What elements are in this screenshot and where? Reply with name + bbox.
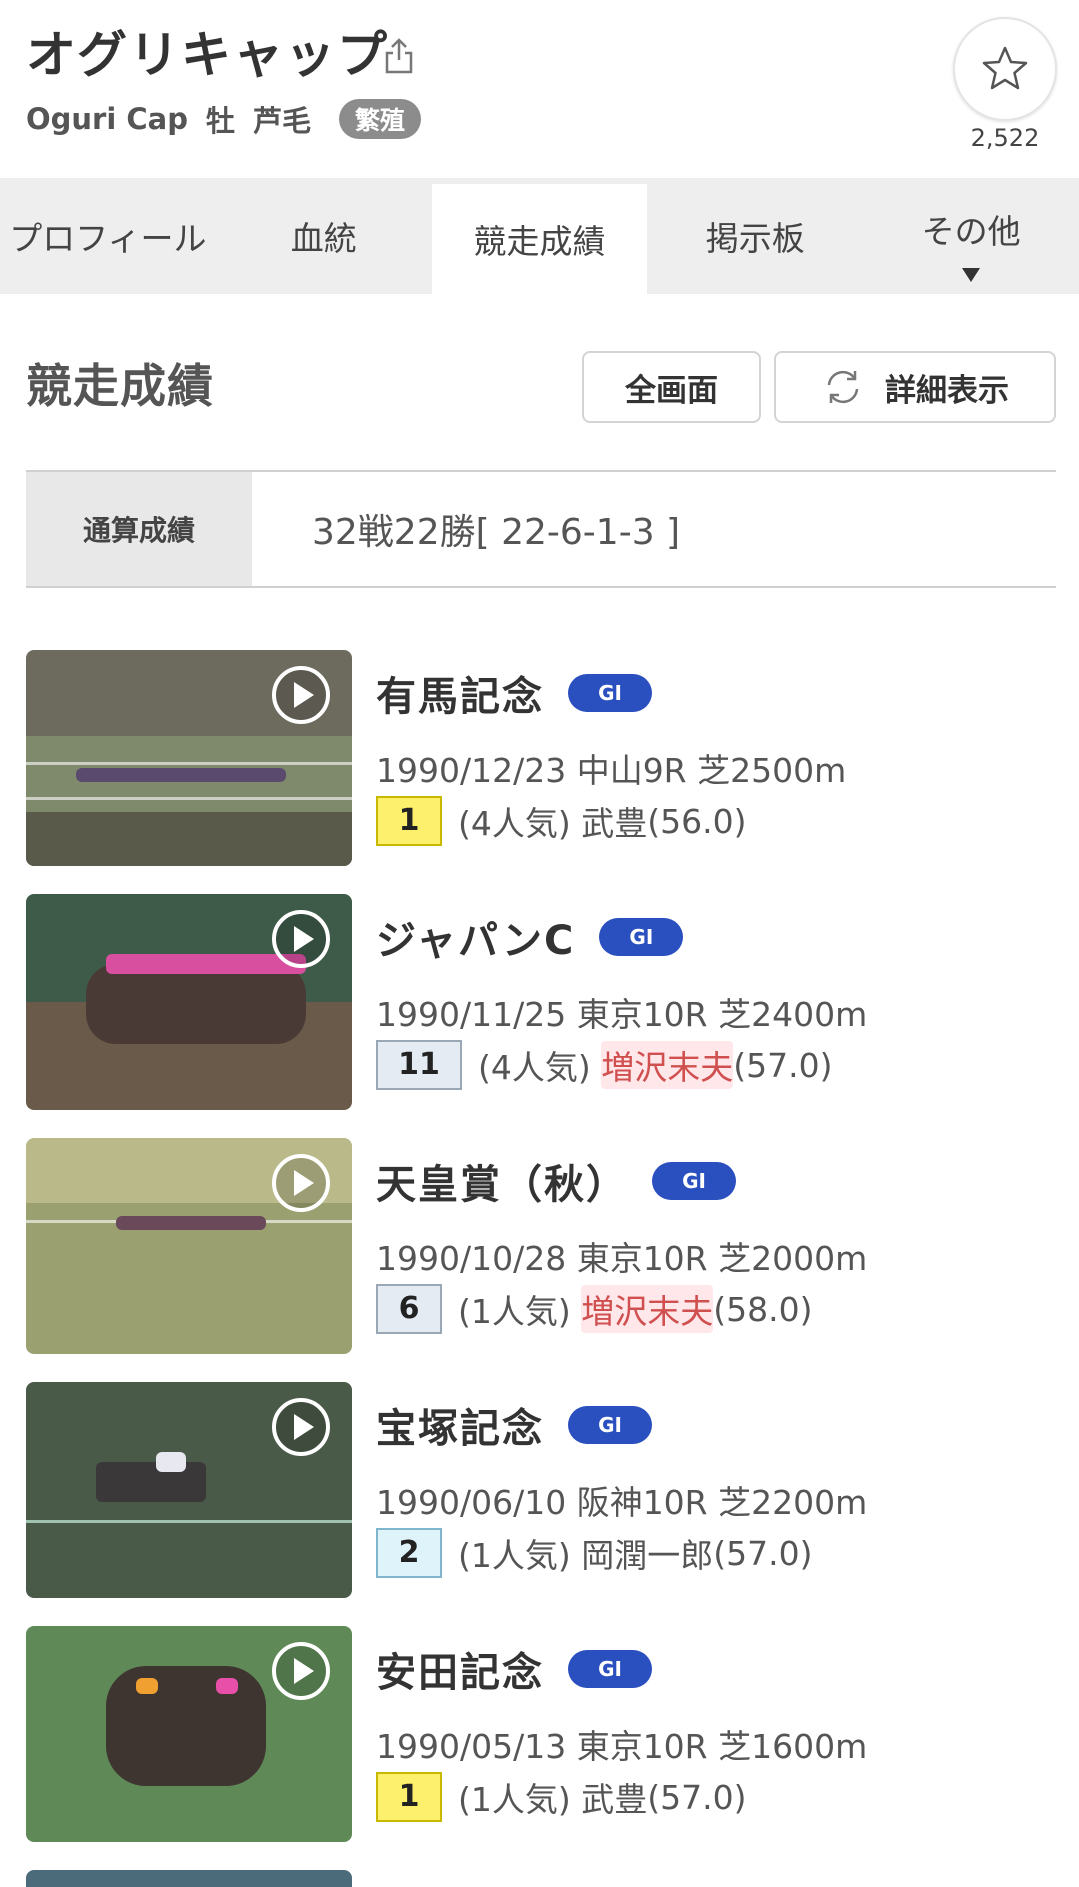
fullscreen-label: 全画面 xyxy=(625,372,718,409)
horse-subinfo: Oguri Cap 牡 芦毛 繁殖 xyxy=(26,97,439,141)
finish-position: 11 xyxy=(376,1040,462,1090)
star-icon xyxy=(982,46,1028,90)
favorite-button[interactable] xyxy=(953,17,1057,121)
finish-position: 1 xyxy=(376,796,442,846)
race-title: 有馬記念 xyxy=(376,674,544,720)
play-icon xyxy=(272,666,330,724)
play-icon xyxy=(272,1642,330,1700)
tab-board[interactable]: 掲示板 xyxy=(647,178,863,294)
finish-position: 2 xyxy=(376,1528,442,1578)
jockey: 武豊 xyxy=(581,804,648,843)
race-item[interactable]: 有馬記念 GI 1990/12/23 中山9R 芝2500m 1 (4人気) 武… xyxy=(26,650,1066,894)
fullscreen-button[interactable]: 全画面 xyxy=(582,351,761,423)
race-info: 1990/06/10 阪神10R 芝2200m xyxy=(376,1483,868,1522)
race-item[interactable]: 宝塚記念 GI 1990/06/10 阪神10R 芝2200m 2 (1人気) … xyxy=(26,1382,1066,1626)
refresh-icon xyxy=(827,370,859,404)
share-icon[interactable] xyxy=(382,36,416,76)
race-name: 天皇賞（秋） GI xyxy=(376,1154,736,1208)
race-video-thumbnail[interactable] xyxy=(26,1382,352,1598)
race-info: 1990/05/13 東京10R 芝1600m xyxy=(376,1727,868,1766)
race-list: 有馬記念 GI 1990/12/23 中山9R 芝2500m 1 (4人気) 武… xyxy=(26,650,1066,1870)
grade-badge: GI xyxy=(599,918,684,956)
popularity: (4人気) xyxy=(478,1048,591,1087)
race-name: 安田記念 GI xyxy=(376,1642,652,1696)
grade-badge: GI xyxy=(568,1650,652,1688)
career-summary: 通算成績 32戦22勝[ 22-6-1-3 ] xyxy=(26,470,1056,588)
race-item[interactable]: ジャパンC GI 1990/11/25 東京10R 芝2400m 11 (4人気… xyxy=(26,894,1066,1138)
play-icon xyxy=(272,910,330,968)
race-title: 天皇賞（秋） xyxy=(376,1162,628,1208)
race-item[interactable]: 安田記念 GI 1990/05/13 東京10R 芝1600m 1 (1人気) … xyxy=(26,1626,1066,1870)
status-badge: 繁殖 xyxy=(339,99,422,139)
jockey-weight: (57.0) xyxy=(713,1533,813,1573)
detail-view-label: 詳細表示 xyxy=(885,372,1009,409)
favorite-count: 2,522 xyxy=(970,124,1040,152)
detail-view-button[interactable]: 詳細表示 xyxy=(774,351,1056,423)
race-title: 宝塚記念 xyxy=(376,1406,544,1452)
horse-header: オグリキャップ Oguri Cap 牡 芦毛 繁殖 2,522 xyxy=(0,0,1079,178)
jockey: 増沢末夫 xyxy=(581,1285,714,1333)
play-icon xyxy=(272,1154,330,1212)
jockey-weight: (56.0) xyxy=(647,801,747,841)
jockey-weight: (57.0) xyxy=(733,1045,833,1085)
race-result: 1 (1人気) 武豊 (57.0) xyxy=(376,1772,746,1822)
race-result: 11 (4人気) 増沢末夫 (57.0) xyxy=(376,1040,832,1090)
race-video-thumbnail[interactable] xyxy=(26,1138,352,1354)
race-info: 1990/12/23 中山9R 芝2500m xyxy=(376,751,847,790)
grade-badge: GI xyxy=(568,1406,652,1444)
horse-name-en: Oguri Cap xyxy=(26,102,189,136)
horse-color: 芦毛 xyxy=(253,104,312,138)
section-title: 競走成績 xyxy=(26,359,214,413)
tab-pedigree[interactable]: 血統 xyxy=(216,178,432,294)
tab-label: 血統 xyxy=(290,219,357,258)
popularity: (1人気) xyxy=(458,1780,571,1819)
tab-race-results[interactable]: 競走成績 xyxy=(431,184,648,294)
jockey-weight: (57.0) xyxy=(647,1777,747,1817)
race-title: 安田記念 xyxy=(376,1650,544,1696)
race-video-thumbnail[interactable] xyxy=(26,650,352,866)
race-title: ジャパンC xyxy=(376,918,576,964)
summary-value: 32戦22勝[ 22-6-1-3 ] xyxy=(312,512,681,553)
race-video-thumbnail[interactable] xyxy=(26,1870,352,1887)
tab-label: 掲示板 xyxy=(705,219,805,258)
race-result: 1 (4人気) 武豊 (56.0) xyxy=(376,796,746,846)
jockey: 岡潤一郎 xyxy=(581,1536,714,1575)
tab-profile[interactable]: プロフィール xyxy=(0,178,216,294)
popularity: (4人気) xyxy=(458,804,571,843)
tab-label: 競走成績 xyxy=(473,222,606,261)
race-info: 1990/11/25 東京10R 芝2400m xyxy=(376,995,868,1034)
tab-label: その他 xyxy=(921,212,1021,251)
summary-label: 通算成績 xyxy=(26,472,252,586)
race-info: 1990/10/28 東京10R 芝2000m xyxy=(376,1239,868,1278)
finish-position: 6 xyxy=(376,1284,442,1334)
popularity: (1人気) xyxy=(458,1536,571,1575)
jockey: 武豊 xyxy=(581,1780,648,1819)
popularity: (1人気) xyxy=(458,1292,571,1331)
race-item[interactable]: 天皇賞（秋） GI 1990/10/28 東京10R 芝2000m 6 (1人気… xyxy=(26,1138,1066,1382)
race-result: 6 (1人気) 増沢末夫 (58.0) xyxy=(376,1284,812,1334)
finish-position: 1 xyxy=(376,1772,442,1822)
grade-badge: GI xyxy=(652,1162,736,1200)
race-result: 2 (1人気) 岡潤一郎 (57.0) xyxy=(376,1528,812,1578)
grade-badge: GI xyxy=(568,674,652,712)
race-video-thumbnail[interactable] xyxy=(26,1626,352,1842)
jockey-weight: (58.0) xyxy=(713,1289,813,1329)
horse-sex: 牡 xyxy=(206,104,236,138)
race-name: 有馬記念 GI xyxy=(376,666,652,720)
caret-down-icon xyxy=(962,268,981,282)
tab-more[interactable]: その他 xyxy=(863,178,1079,294)
jockey: 増沢末夫 xyxy=(601,1041,734,1089)
race-name: 宝塚記念 GI xyxy=(376,1398,652,1452)
tab-bar: プロフィール 血統 競走成績 掲示板 その他 xyxy=(0,178,1079,294)
tab-label: プロフィール xyxy=(9,219,207,258)
race-name: ジャパンC GI xyxy=(376,910,684,964)
race-video-thumbnail[interactable] xyxy=(26,894,352,1110)
horse-name: オグリキャップ xyxy=(26,26,389,84)
play-icon xyxy=(272,1398,330,1456)
